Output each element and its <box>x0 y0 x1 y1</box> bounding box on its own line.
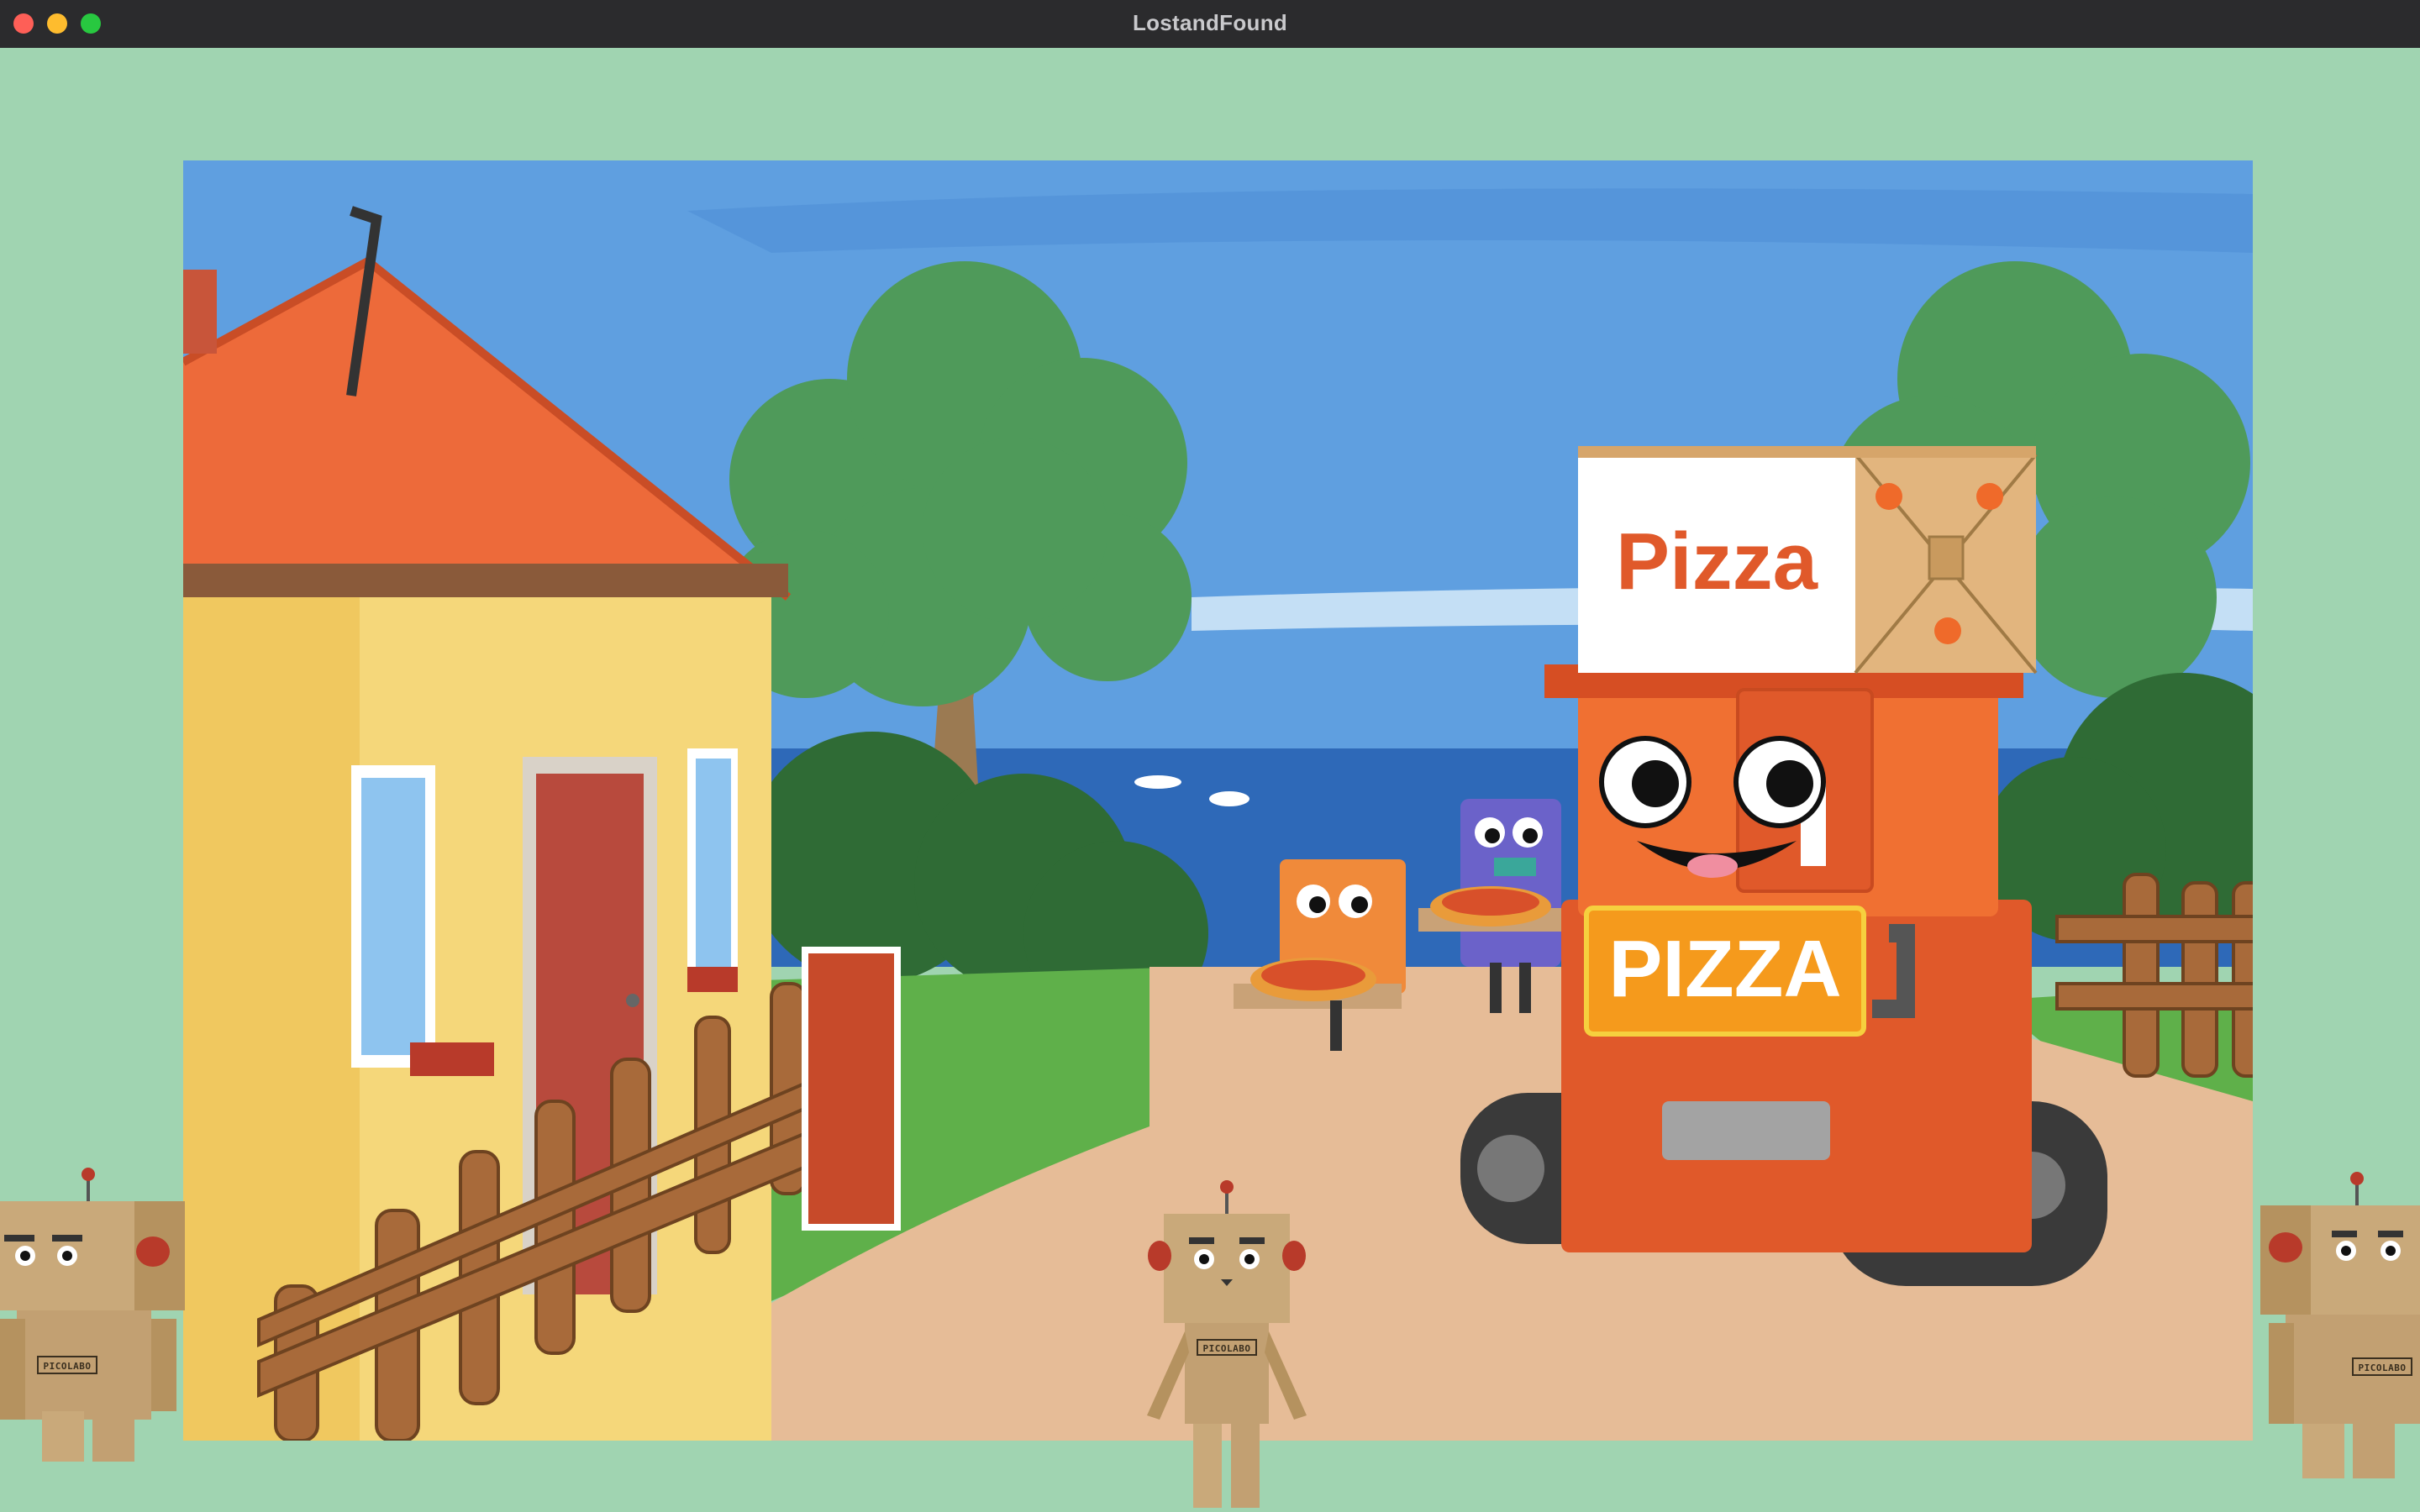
box-label-left: PICOLABO <box>44 1361 92 1372</box>
cardboard-robot-center[interactable]: PICOLABO <box>1139 1172 1315 1508</box>
cardboard-robot-right[interactable]: PICOLABO <box>2252 1163 2420 1483</box>
pizza-sign-text: PIZZA <box>1608 924 1841 1014</box>
pizza-box-text: Pizza <box>1616 517 1818 606</box>
cardboard-robot-left[interactable]: PICOLABO <box>0 1159 193 1462</box>
window-title: LostandFound <box>1132 10 1288 35</box>
window-titlebar: LostandFound <box>0 0 2420 49</box>
box-label-center: PICOLABO <box>1203 1343 1251 1354</box>
box-label-right: PICOLABO <box>2359 1362 2407 1373</box>
gate <box>802 947 901 1231</box>
